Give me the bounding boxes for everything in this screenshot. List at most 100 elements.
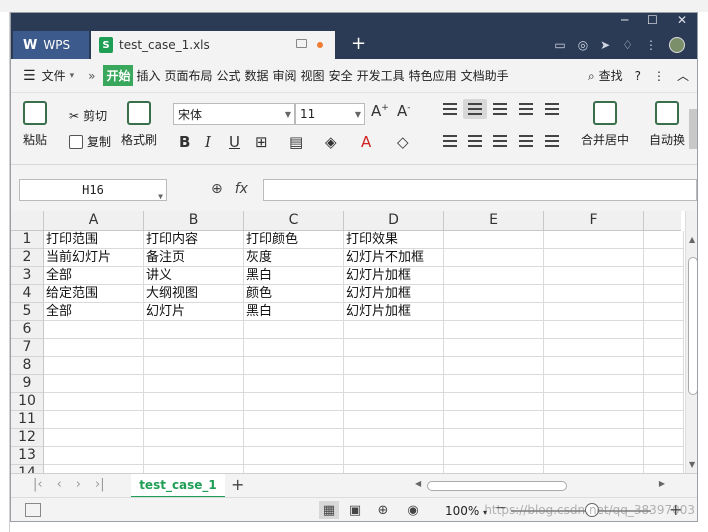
font-name-select[interactable]: 宋体 ▼ <box>173 103 295 125</box>
grid-cell[interactable] <box>144 465 244 473</box>
grid-cell[interactable] <box>444 321 544 339</box>
grid-cell[interactable]: 幻灯片不加框 <box>344 249 444 267</box>
font-color-button[interactable]: A <box>361 133 371 151</box>
row-header[interactable]: 4 <box>11 285 44 303</box>
grid-cell[interactable]: 幻灯片加框 <box>344 285 444 303</box>
select-all-corner[interactable] <box>11 211 44 231</box>
row-header[interactable]: 10 <box>11 393 44 411</box>
grid-cell[interactable] <box>644 285 684 303</box>
help-icon[interactable]: ? <box>635 69 641 83</box>
row-header[interactable]: 1 <box>11 231 44 249</box>
indent-increase-icon[interactable] <box>545 103 559 115</box>
grid-cell[interactable]: 幻灯片加框 <box>344 267 444 285</box>
new-tab-button[interactable]: + <box>351 33 366 54</box>
column-header[interactable]: C <box>244 211 344 231</box>
grid-cell[interactable] <box>44 339 144 357</box>
grid-cell[interactable] <box>244 357 344 375</box>
increase-font-icon[interactable]: A+ <box>371 102 389 120</box>
grid-cell[interactable] <box>444 303 544 321</box>
grid-cell[interactable] <box>544 447 644 465</box>
grid-cell[interactable] <box>444 249 544 267</box>
file-menu-button[interactable]: ☰ 文件 ▾ <box>23 67 74 84</box>
grid-cell[interactable] <box>344 411 444 429</box>
grid-cell[interactable] <box>444 357 544 375</box>
grid-cell[interactable] <box>44 465 144 473</box>
grid-cell[interactable] <box>244 429 344 447</box>
grid-cell[interactable] <box>44 357 144 375</box>
grid-cell[interactable]: 讲义 <box>144 267 244 285</box>
wps-home-tab[interactable]: W WPS <box>13 31 89 59</box>
merge-center-button[interactable]: 合并居中 <box>581 101 629 148</box>
menu-tab-page-layout[interactable]: 页面布局 <box>163 65 213 86</box>
grid-cell[interactable] <box>144 411 244 429</box>
grid-cell[interactable] <box>44 429 144 447</box>
grid-cell[interactable]: 给定范围 <box>44 285 144 303</box>
menu-tab-review[interactable]: 审阅 <box>272 65 298 86</box>
column-header[interactable]: A <box>44 211 144 231</box>
grid-cell[interactable]: 当前幻灯片 <box>44 249 144 267</box>
row-header[interactable]: 13 <box>11 447 44 465</box>
grid-cell[interactable] <box>344 357 444 375</box>
paste-button[interactable]: 粘贴 <box>23 101 47 148</box>
toolbar-more-icon[interactable]: ⋮ <box>645 38 657 52</box>
more-options-icon[interactable]: ⋮ <box>653 69 665 83</box>
grid-cell[interactable]: 幻灯片加框 <box>344 303 444 321</box>
row-header[interactable]: 6 <box>11 321 44 339</box>
align-center-icon[interactable] <box>468 135 482 147</box>
grid-cell[interactable]: 灰度 <box>244 249 344 267</box>
reading-mode-icon[interactable]: ◉ <box>403 501 423 519</box>
grid-cell[interactable] <box>344 447 444 465</box>
grid-cell[interactable] <box>144 429 244 447</box>
expand-menu-icon[interactable]: » <box>88 69 95 83</box>
first-sheet-icon[interactable]: |‹ <box>33 477 43 492</box>
grid-cell[interactable] <box>344 393 444 411</box>
column-header[interactable]: D <box>344 211 444 231</box>
grid-cell[interactable] <box>444 429 544 447</box>
grid-cell[interactable] <box>544 285 644 303</box>
grid-cell[interactable] <box>144 447 244 465</box>
grid-cell[interactable] <box>544 303 644 321</box>
grid-cell[interactable] <box>44 411 144 429</box>
grid-cell[interactable] <box>644 249 684 267</box>
grid-cell[interactable]: 打印效果 <box>344 231 444 249</box>
distribute-icon[interactable] <box>545 135 559 147</box>
borders-icon[interactable]: ⊞ <box>255 133 268 151</box>
grid-cell[interactable]: 备注页 <box>144 249 244 267</box>
insert-function-button[interactable]: fx <box>235 181 248 197</box>
skin-icon[interactable]: ♢ <box>622 38 633 52</box>
grid-cell[interactable] <box>644 321 684 339</box>
row-header[interactable]: 7 <box>11 339 44 357</box>
last-sheet-icon[interactable]: ›| <box>95 477 105 492</box>
grid-cell[interactable] <box>44 447 144 465</box>
bold-button[interactable]: B <box>179 133 190 151</box>
underline-button[interactable]: U <box>229 133 240 151</box>
collapse-ribbon-icon[interactable]: ︿ <box>677 67 689 84</box>
grid-cell[interactable]: 全部 <box>44 303 144 321</box>
name-box[interactable]: H16 ▼ <box>19 179 167 201</box>
grid-cell[interactable]: 打印颜色 <box>244 231 344 249</box>
fill-color-icon[interactable]: ◈ <box>325 133 337 151</box>
column-header[interactable]: B <box>144 211 244 231</box>
grid-cell[interactable] <box>544 411 644 429</box>
grid-cell[interactable] <box>544 231 644 249</box>
grid-cell[interactable] <box>444 285 544 303</box>
cut-button[interactable]: ✂ 剪切 <box>69 107 107 124</box>
close-icon[interactable]: ✕ <box>677 13 687 27</box>
grid-cell[interactable]: 黑白 <box>244 303 344 321</box>
grid-cell[interactable] <box>344 375 444 393</box>
menu-tab-developer[interactable]: 开发工具 <box>356 65 406 86</box>
decrease-font-icon[interactable]: A- <box>397 102 411 120</box>
grid-cell[interactable] <box>644 267 684 285</box>
formula-input[interactable] <box>263 179 697 201</box>
grid-cell[interactable] <box>544 375 644 393</box>
grid-cell[interactable] <box>244 447 344 465</box>
cell-style-icon[interactable]: ▤ <box>289 133 303 151</box>
grid-cell[interactable] <box>444 267 544 285</box>
menu-tab-home[interactable]: 开始 <box>103 65 134 86</box>
page-layout-view-icon[interactable]: ⊕ <box>373 501 393 519</box>
send-icon[interactable]: ➤ <box>600 38 610 52</box>
grid-cell[interactable] <box>644 231 684 249</box>
grid-cell[interactable] <box>644 375 684 393</box>
window-layout-icon[interactable]: ▭ <box>554 38 565 52</box>
sheet-tab-test-case-1[interactable]: test_case_1 <box>131 474 225 498</box>
